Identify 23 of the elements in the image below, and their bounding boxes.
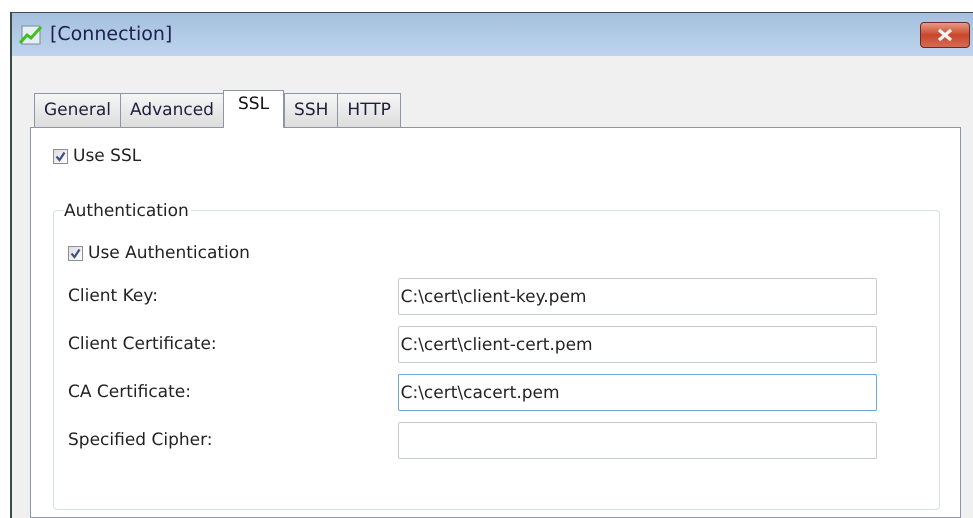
- checkbox-label: Use Authentication: [88, 242, 250, 264]
- window-title: [Connection]: [50, 22, 172, 48]
- field-label: Specified Cipher:: [68, 428, 214, 452]
- input-field[interactable]: C:\cert\client-cert.pem: [398, 326, 877, 363]
- tab[interactable]: SSL: [222, 90, 284, 128]
- chart-icon: [18, 22, 44, 46]
- checkbox-label: Use SSL: [73, 145, 142, 168]
- input-field[interactable]: C:\cert\cacert.pem: [398, 374, 877, 411]
- tab[interactable]: HTTP: [337, 93, 401, 127]
- checkbox[interactable]: [53, 149, 68, 164]
- input-field[interactable]: C:\cert\client-key.pem: [398, 278, 877, 315]
- close-button[interactable]: [920, 22, 970, 48]
- checkbox[interactable]: [68, 246, 83, 261]
- tab[interactable]: SSH: [284, 93, 338, 127]
- close-icon: [935, 28, 955, 42]
- field-label: CA Certificate:: [68, 380, 192, 404]
- field-label: Client Certificate:: [68, 332, 218, 356]
- tab[interactable]: General: [34, 93, 121, 127]
- input-field[interactable]: [398, 422, 877, 459]
- checkmark-icon: [70, 248, 81, 259]
- checkmark-icon: [55, 151, 66, 162]
- tab[interactable]: Advanced: [120, 93, 224, 127]
- field-label: Client Key:: [68, 284, 159, 308]
